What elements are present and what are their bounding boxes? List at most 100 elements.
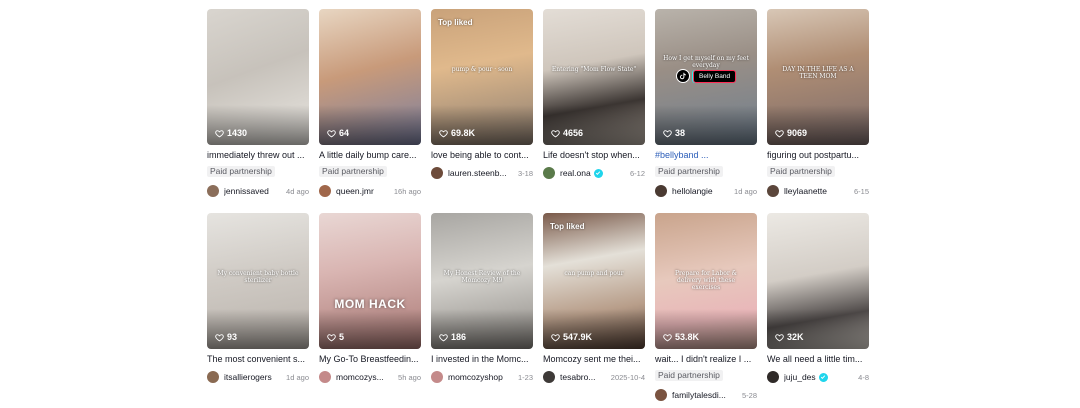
author-name[interactable]: jennissaved: [224, 186, 269, 196]
video-thumbnail[interactable]: Entering "Mom Flow State" 4656: [543, 9, 645, 145]
video-card[interactable]: My Honest Review of the Momcozy M9 186 I i…: [431, 213, 533, 407]
video-thumbnail[interactable]: 1430: [207, 9, 309, 145]
author-name[interactable]: juju_des: [784, 372, 816, 382]
video-caption[interactable]: love being able to cont...: [431, 150, 533, 161]
author-row: familytalesdi... 5-28: [655, 388, 757, 402]
like-count-value: 32K: [787, 332, 804, 342]
paid-partnership-badge: Paid partnership: [655, 370, 723, 381]
avatar[interactable]: [767, 371, 779, 383]
video-card[interactable]: 1430 immediately threw out ... Paid partne…: [207, 9, 309, 203]
heart-icon: [327, 129, 336, 138]
author-name[interactable]: hellolangie: [672, 186, 713, 196]
author-name[interactable]: lleylaanette: [784, 186, 827, 196]
video-card[interactable]: Entering "Mom Flow State" 4656 Life doesn'…: [543, 9, 645, 203]
heart-icon: [215, 129, 224, 138]
avatar[interactable]: [543, 167, 555, 179]
video-card[interactable]: DAY IN THE LIFE AS A TEEN MOM 9069 figurin…: [767, 9, 869, 203]
video-thumbnail[interactable]: DAY IN THE LIFE AS A TEEN MOM 9069: [767, 9, 869, 145]
like-count-value: 186: [451, 332, 467, 342]
video-thumbnail[interactable]: MOM HACK 5: [319, 213, 421, 349]
avatar[interactable]: [543, 371, 555, 383]
heart-icon: [439, 129, 448, 138]
thumbnail-shade: [655, 309, 757, 349]
author-row: momcozyshop 1-23: [431, 370, 533, 384]
video-caption[interactable]: My Go-To Breastfeedin...: [319, 354, 421, 365]
author-row: queen.jmr 16h ago: [319, 184, 421, 198]
like-count: 69.8K: [439, 128, 475, 138]
like-count: 9069: [775, 128, 807, 138]
thumbnail-shade: [655, 105, 757, 145]
video-thumbnail[interactable]: Top liked pump & pour · soon 69.8K: [431, 9, 533, 145]
author-name[interactable]: familytalesdi...: [672, 390, 726, 400]
author-row: itsallierogers 1d ago: [207, 370, 309, 384]
video-caption[interactable]: The most convenient s...: [207, 354, 309, 365]
thumbnail-overlay-text: can pump and pour: [564, 270, 624, 278]
video-caption[interactable]: A little daily bump care...: [319, 150, 421, 161]
paid-partnership-badge: Paid partnership: [207, 166, 275, 177]
author-name[interactable]: lauren.steenb...: [448, 168, 507, 178]
like-count-value: 38: [675, 128, 686, 138]
video-card[interactable]: 32K We all need a little tim... juju_des 4-…: [767, 213, 869, 407]
video-card[interactable]: MOM HACK 5 My Go-To Breastfeedin... momcozy…: [319, 213, 421, 407]
tiktok-sticker: Belly Band: [676, 68, 740, 84]
paid-partnership-badge: Paid partnership: [767, 166, 835, 177]
video-thumbnail[interactable]: How I get myself on my feet everyday Bell…: [655, 9, 757, 145]
thumbnail-overlay-text: My Honest Review of the Momcozy M9: [443, 270, 521, 285]
video-caption[interactable]: Momcozy sent me thei...: [543, 354, 645, 365]
video-card[interactable]: Top liked pump & pour · soon 69.8K love bei…: [431, 9, 533, 203]
avatar[interactable]: [207, 185, 219, 197]
like-count-value: 547.9K: [563, 332, 593, 342]
video-thumbnail[interactable]: 64: [319, 9, 421, 145]
avatar[interactable]: [767, 185, 779, 197]
video-caption[interactable]: I invested in the Momc...: [431, 354, 533, 365]
author-row: lauren.steenb... 3-18: [431, 166, 533, 180]
verified-badge-icon: [593, 168, 603, 178]
thumbnail-overlay-text: Entering "Mom Flow State": [551, 66, 637, 74]
avatar[interactable]: [431, 167, 443, 179]
video-thumbnail[interactable]: My convenient baby bottle sterilizer 93: [207, 213, 309, 349]
video-caption[interactable]: wait... I didn't realize I ...: [655, 354, 757, 365]
avatar[interactable]: [655, 185, 667, 197]
video-caption[interactable]: #bellyband ...: [655, 150, 757, 161]
video-thumbnail[interactable]: Prepare for Labor & delivery with these …: [655, 213, 757, 349]
thumbnail-shade: [319, 105, 421, 145]
thumbnail-overlay-text: My convenient baby bottle sterilizer: [217, 270, 299, 285]
author-name[interactable]: itsallierogers: [224, 372, 272, 382]
avatar[interactable]: [319, 371, 331, 383]
avatar[interactable]: [319, 185, 331, 197]
thumbnail-overlay-text: DAY IN THE LIFE AS A TEEN MOM: [782, 66, 854, 81]
thumbnail-shade: [319, 309, 421, 349]
video-card[interactable]: How I get myself on my feet everyday Bell…: [655, 9, 757, 203]
video-card[interactable]: My convenient baby bottle sterilizer 93 Th…: [207, 213, 309, 407]
like-count-value: 4656: [563, 128, 584, 138]
video-card[interactable]: Prepare for Labor & delivery with these …: [655, 213, 757, 407]
like-count: 93: [215, 332, 237, 342]
video-caption[interactable]: We all need a little tim...: [767, 354, 869, 365]
paid-partnership-badge: Paid partnership: [319, 166, 387, 177]
post-date: 2025-10-4: [610, 372, 645, 382]
thumbnail-overlay-text: pump & pour · soon: [451, 66, 513, 74]
author-name[interactable]: queen.jmr: [336, 186, 374, 196]
author-name[interactable]: momcozyshop: [448, 372, 503, 382]
avatar[interactable]: [655, 389, 667, 401]
video-thumbnail[interactable]: Top liked can pump and pour 547.9K: [543, 213, 645, 349]
like-count: 186: [439, 332, 466, 342]
author-name[interactable]: tesabro...: [560, 372, 595, 382]
video-card[interactable]: Top liked can pump and pour 547.9K Momcozy …: [543, 213, 645, 407]
like-count: 32K: [775, 332, 804, 342]
avatar[interactable]: [431, 371, 443, 383]
heart-icon: [439, 333, 448, 342]
heart-icon: [775, 333, 784, 342]
author-name[interactable]: momcozys...: [336, 372, 384, 382]
avatar[interactable]: [207, 371, 219, 383]
author-name[interactable]: real.ona: [560, 168, 591, 178]
like-count: 38: [663, 128, 685, 138]
video-thumbnail[interactable]: My Honest Review of the Momcozy M9 186: [431, 213, 533, 349]
heart-icon: [663, 333, 672, 342]
sticker-label: Belly Band: [693, 69, 737, 83]
video-thumbnail[interactable]: 32K: [767, 213, 869, 349]
video-card[interactable]: 64 A little daily bump care... Paid partne…: [319, 9, 421, 203]
video-caption[interactable]: figuring out postpartu...: [767, 150, 869, 161]
video-caption[interactable]: Life doesn't stop when...: [543, 150, 645, 161]
video-caption[interactable]: immediately threw out ...: [207, 150, 309, 161]
